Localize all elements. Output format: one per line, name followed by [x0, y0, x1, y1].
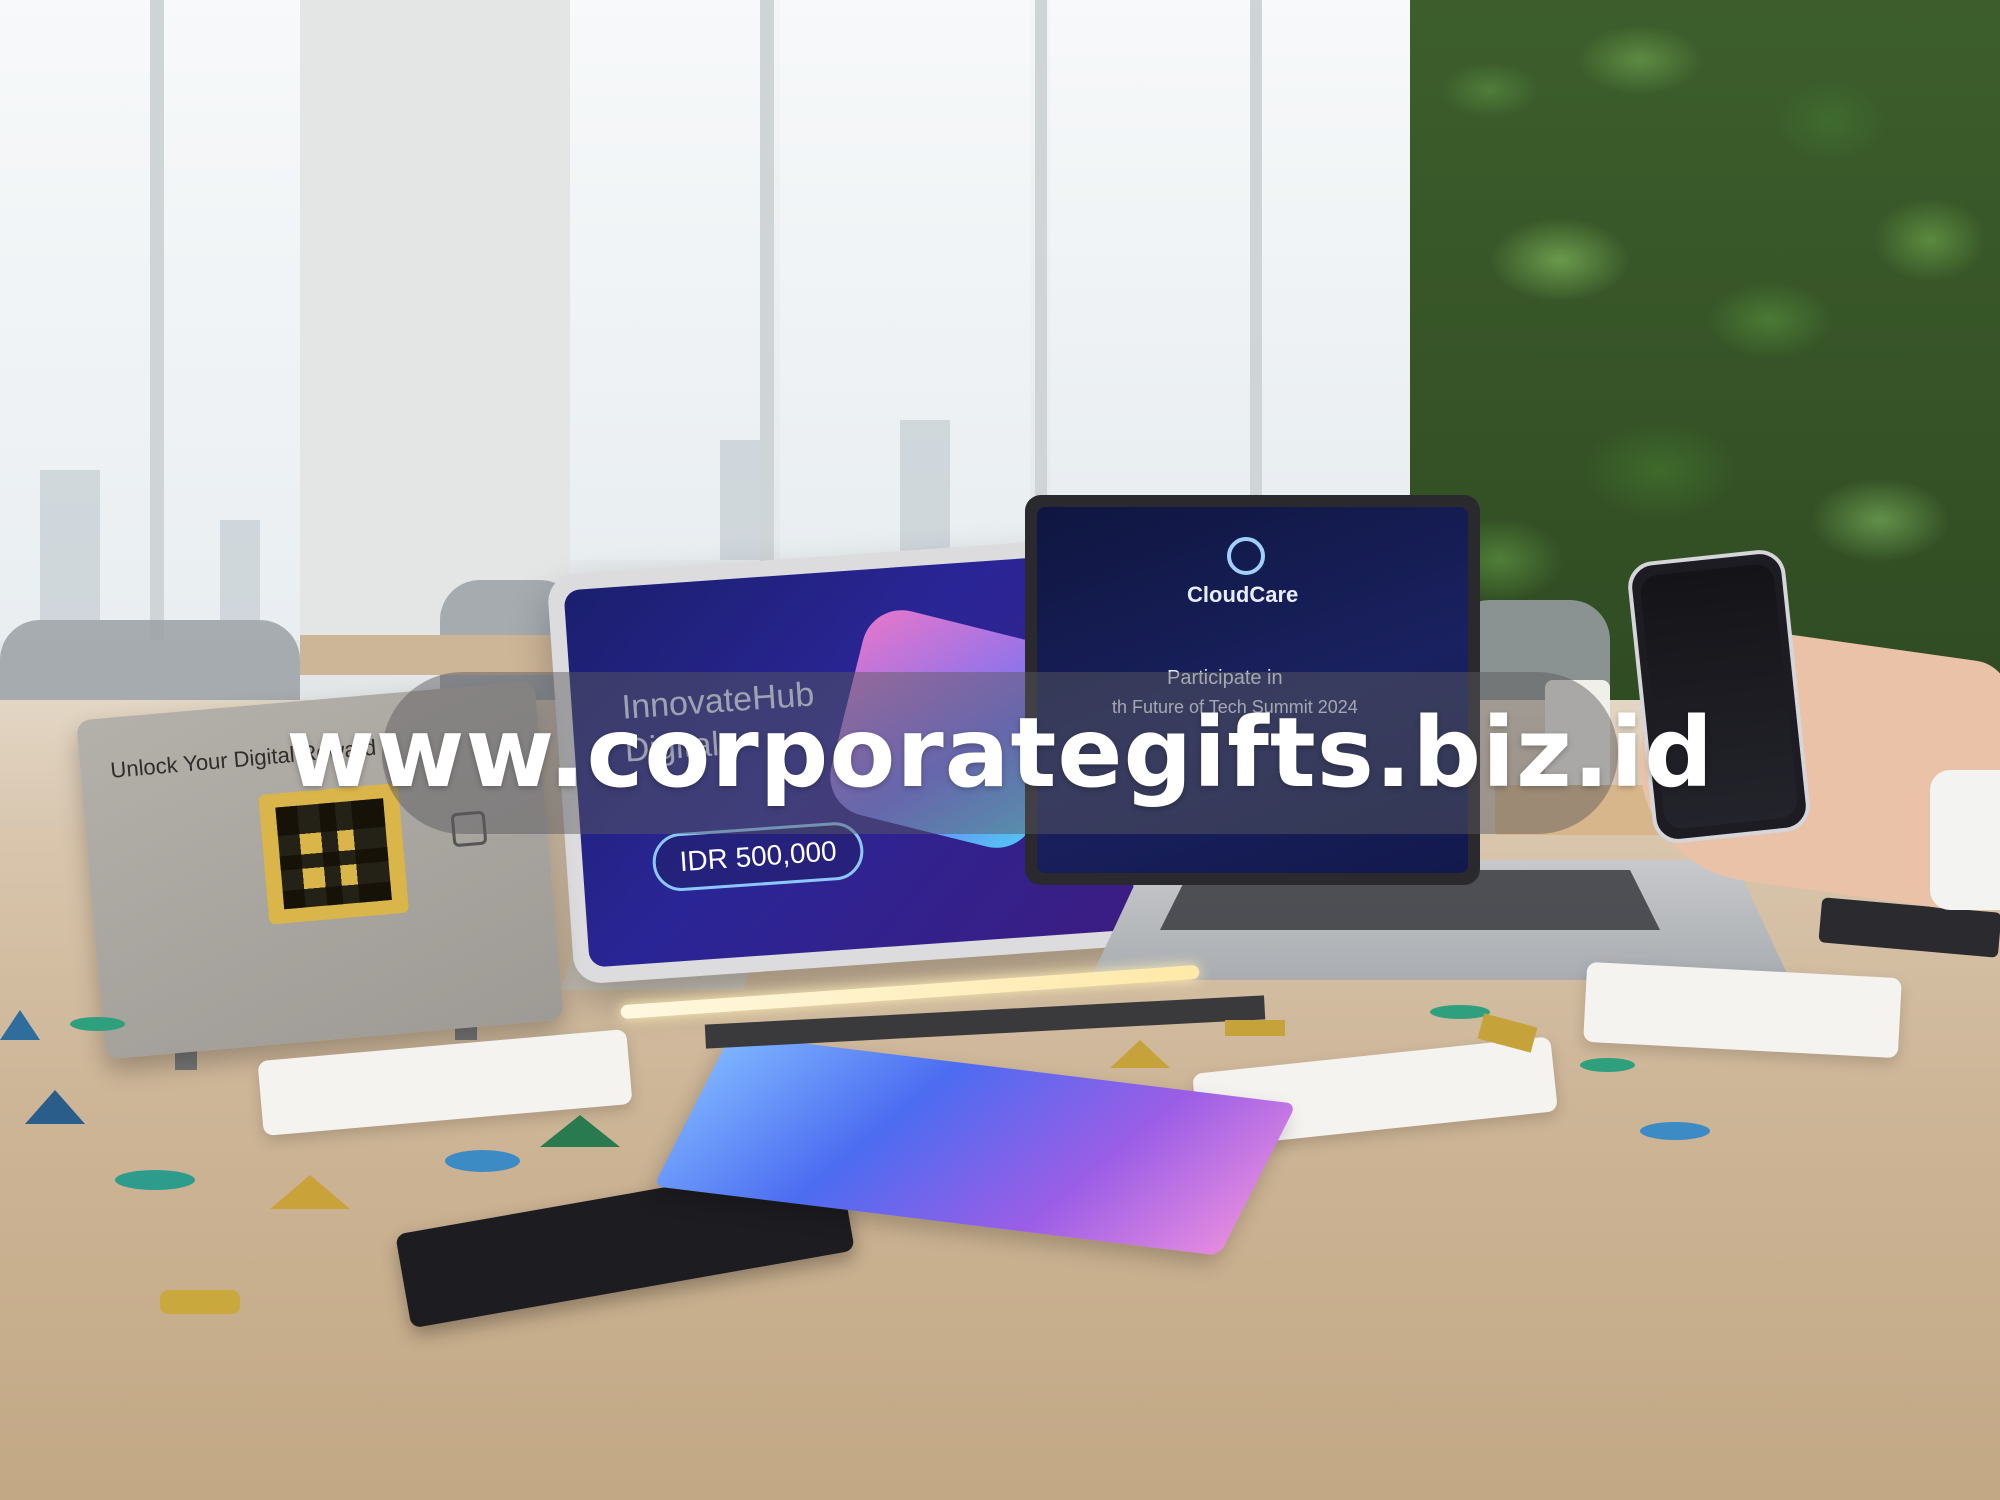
- confetti: [1225, 1020, 1285, 1036]
- city-building: [220, 520, 260, 620]
- confetti: [270, 1175, 350, 1209]
- confetti: [25, 1090, 85, 1124]
- confetti: [1110, 1040, 1170, 1068]
- concrete-column: [300, 0, 570, 660]
- laptop-brand: CloudCare: [1187, 582, 1299, 607]
- window-mullion: [760, 0, 774, 570]
- back-table: [300, 635, 570, 675]
- gift-card-box: [1583, 961, 1902, 1059]
- confetti: [540, 1115, 620, 1147]
- city-building: [40, 470, 100, 620]
- window-pane: [1260, 0, 1410, 500]
- confetti: [1640, 1122, 1710, 1140]
- window-mullion: [1250, 0, 1262, 500]
- city-building: [720, 440, 760, 560]
- confetti: [70, 1017, 125, 1031]
- window-mullion: [1035, 0, 1047, 500]
- watermark-banner: www.corporategifts.biz.id: [286, 672, 1713, 834]
- window-pane: [1050, 0, 1250, 500]
- confetti: [1580, 1058, 1635, 1072]
- confetti: [1430, 1005, 1490, 1019]
- watermark-url: www.corporategifts.biz.id: [286, 697, 1714, 809]
- city-building: [900, 420, 950, 560]
- confetti: [0, 1010, 40, 1040]
- confetti: [445, 1150, 520, 1172]
- window-mullion: [150, 0, 164, 640]
- confetti: [160, 1290, 240, 1314]
- confetti: [115, 1170, 195, 1190]
- cloud-logo-icon: [1227, 537, 1265, 575]
- shirt-sleeve: [1930, 770, 2000, 910]
